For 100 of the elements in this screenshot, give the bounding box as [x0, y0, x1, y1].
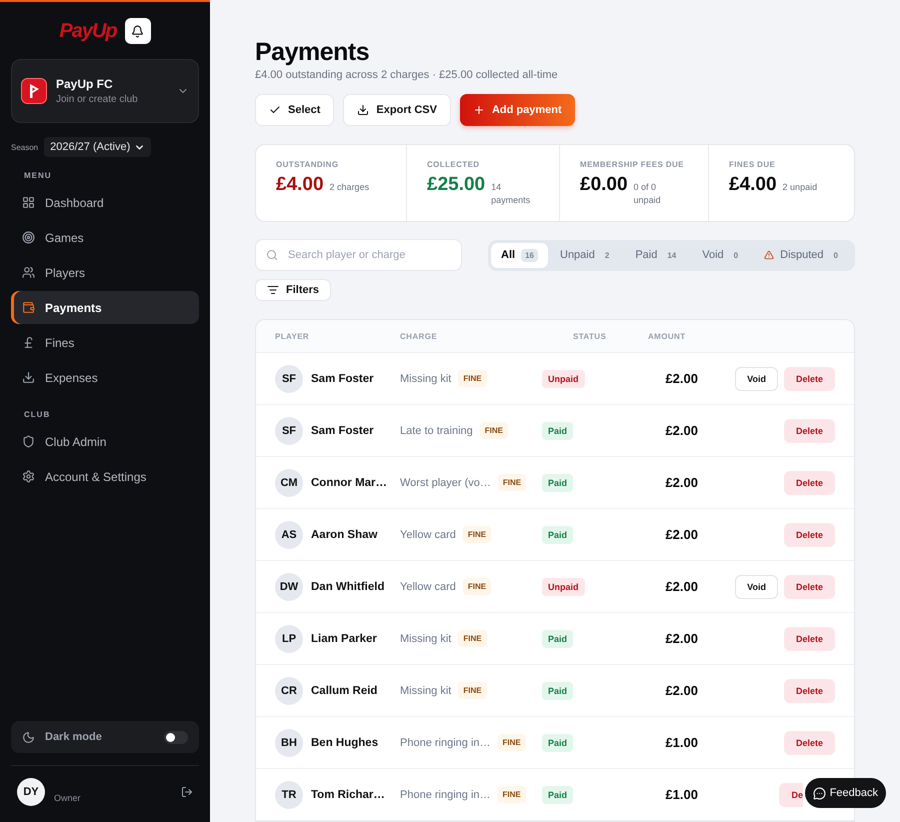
delete-button[interactable]: Delete [784, 574, 835, 598]
player-avatar: LP [275, 624, 303, 652]
charge-name: Missing kit [400, 632, 452, 644]
player-name: Dan Whitfield [311, 580, 384, 592]
player-name: Sam Foster [311, 372, 374, 384]
filters-button[interactable]: Filters [255, 279, 332, 301]
amount: £2.00 [665, 579, 698, 594]
dark-mode-toggle[interactable] [164, 730, 188, 744]
delete-button[interactable]: De [779, 782, 803, 806]
player-avatar: CR [275, 676, 303, 704]
status-badge: Paid [542, 630, 574, 648]
amount: £1.00 [665, 787, 698, 802]
charge-tag: FINE [498, 786, 526, 803]
settings-icon [22, 470, 35, 483]
filter-tab[interactable]: Paid 14 [625, 242, 690, 268]
status-badge: Paid [542, 422, 574, 440]
filter-tab[interactable]: Void 0 [692, 242, 752, 268]
search-icon [266, 249, 278, 262]
grid-icon [22, 196, 35, 209]
status-badge: Paid [542, 682, 574, 700]
status-badge: Unpaid [542, 370, 584, 388]
user-role: Owner [54, 793, 82, 803]
target-icon [22, 231, 35, 244]
nav-item[interactable]: Account & Settings [11, 460, 199, 493]
delete-button[interactable]: Delete [784, 678, 835, 702]
amount: £2.00 [665, 371, 698, 386]
delete-button[interactable]: Delete [784, 522, 835, 546]
void-button[interactable]: Void [735, 366, 778, 390]
stat-value: £4.00 [276, 174, 324, 196]
season-select[interactable]: 2026/27 (Active) [44, 137, 152, 157]
app-logo: PayUp [59, 20, 117, 42]
moon-icon [22, 730, 35, 744]
action-button[interactable]: Select [255, 94, 334, 126]
delete-button[interactable]: Delete [784, 418, 835, 442]
amount: £2.00 [665, 683, 698, 698]
nav-item[interactable]: Club Admin [11, 425, 199, 458]
delete-button[interactable]: Delete [784, 470, 835, 494]
plus-icon [472, 104, 485, 116]
bell-icon [131, 24, 144, 38]
stat-label: COLLECTED [427, 160, 480, 169]
pound-icon [22, 336, 35, 349]
charge-name: Yellow card [400, 528, 456, 540]
amount: £2.00 [665, 527, 698, 542]
player-name: Aaron Shaw [311, 528, 378, 540]
shield-icon [22, 435, 35, 448]
club-logo-icon [21, 78, 47, 104]
nav-item[interactable]: Games [11, 221, 199, 254]
void-button[interactable]: Void [735, 574, 778, 598]
club-switcher[interactable]: PayUp FC Join or create club [11, 59, 199, 123]
charge-name: Missing kit [400, 372, 452, 384]
stat-value: £0.00 [580, 174, 628, 196]
users-icon [22, 266, 35, 279]
stat-note: 2 unpaid [782, 181, 818, 194]
stat-note: 14 payments [491, 181, 532, 206]
column-header: AMOUNT [648, 332, 687, 340]
charge-name: Yellow card [400, 580, 456, 592]
player-name: Sam Foster [311, 424, 374, 436]
club-subtitle: Join or create club [56, 94, 139, 105]
stat-value: £4.00 [729, 174, 777, 196]
player-name: Liam Parker [311, 632, 377, 644]
player-avatar: TR [275, 780, 303, 808]
download-icon [357, 104, 370, 116]
logout-icon[interactable] [181, 786, 193, 798]
column-header: PLAYER [275, 332, 310, 340]
nav-item[interactable]: Payments [11, 291, 199, 324]
season-label: Season [11, 142, 38, 152]
search-input[interactable]: Search player or charge [286, 248, 451, 262]
stat-label: MEMBERSHIP FEES DUE [580, 160, 685, 169]
nav-item[interactable]: Fines [11, 326, 199, 359]
notifications-button[interactable] [124, 18, 151, 44]
status-badge: Paid [542, 526, 574, 544]
download-icon [22, 371, 35, 384]
charge-tag: FINE [458, 370, 487, 387]
filter-tab[interactable]: All 16 [491, 242, 548, 268]
status-badge: Paid [542, 474, 574, 492]
nav-item[interactable]: Players [11, 256, 199, 289]
charge-name: Phone ringing in… [400, 788, 491, 800]
nav-item[interactable]: Expenses [11, 361, 199, 394]
nav-item[interactable]: Dashboard [11, 186, 199, 219]
action-button[interactable]: Export CSV [343, 94, 451, 126]
stat-note: 0 of 0 unpaid [634, 181, 662, 206]
amount: £1.00 [665, 735, 698, 750]
action-button[interactable]: Add payment [460, 94, 575, 126]
charge-name: Late to training [400, 424, 473, 436]
player-name: Callum Reid [311, 684, 378, 696]
filter-icon [267, 284, 279, 296]
charge-tag: FINE [462, 526, 492, 543]
delete-button[interactable]: Delete [784, 366, 835, 390]
charge-tag: FINE [498, 474, 526, 491]
delete-button[interactable]: Delete [784, 626, 835, 650]
delete-button[interactable]: Delete [784, 730, 835, 754]
user-avatar: DY [17, 778, 45, 806]
player-name: Connor Mar… [311, 476, 388, 488]
chat-icon [812, 786, 826, 800]
search-field[interactable]: Search player or charge [255, 239, 462, 272]
amount: £2.00 [665, 631, 698, 646]
filter-tab[interactable]: Disputed 0 [754, 242, 852, 268]
amount: £2.00 [665, 423, 698, 438]
feedback-button[interactable]: Feedback [804, 778, 886, 808]
filter-tab[interactable]: Unpaid 2 [550, 242, 624, 268]
